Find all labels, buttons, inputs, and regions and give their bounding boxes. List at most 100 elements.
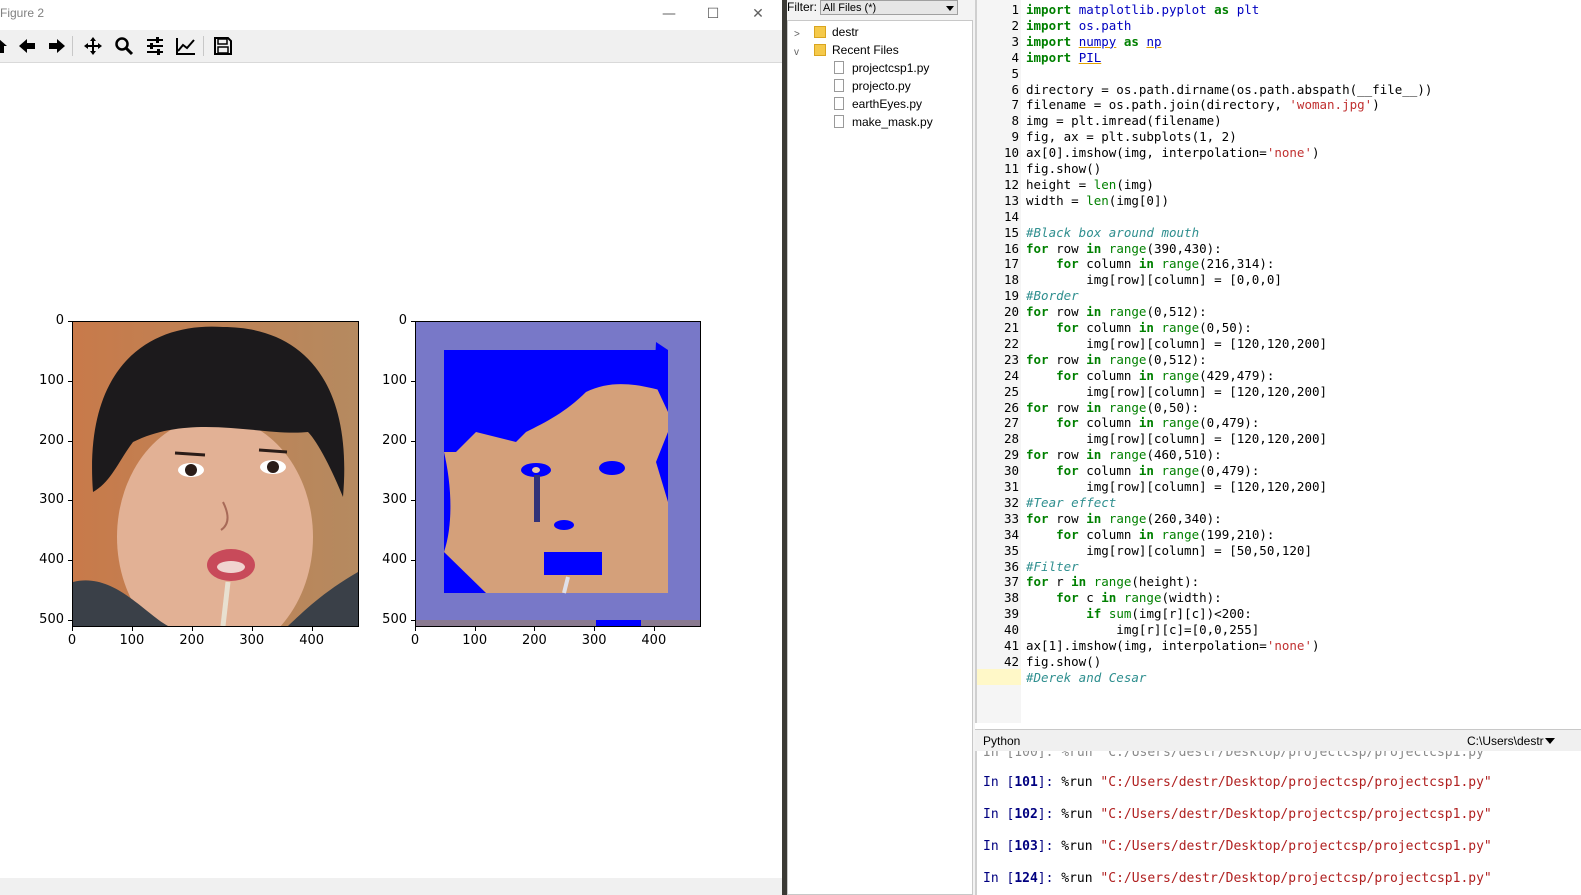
line-number: 29 [1003, 447, 1019, 463]
line-number: 15 [1003, 224, 1019, 240]
figure-canvas[interactable]: 0 100 200 300 400 500 0 100 200 300 400 0 100 200 300 4… [0, 63, 782, 878]
code-editor[interactable]: 1 2 3 4 5 6 7 8 9 10 11 12 13 14 15 16 17 18 19 20 21 22 23 24 2… [975, 0, 1581, 723]
console-header: Python C:\Users\destr [975, 729, 1581, 752]
code-line[interactable]: for column in range(0,479): [1026, 463, 1259, 479]
edit-axes-button[interactable] [173, 34, 199, 58]
code-line[interactable]: for row in range(0,512): [1026, 352, 1207, 368]
code-line[interactable]: #Black box around mouth [1026, 225, 1199, 241]
code-line[interactable]: #Tear effect [1026, 495, 1116, 511]
file-browser: Filter: All Files (*) > destr v Recent F… [787, 0, 975, 895]
code-line[interactable]: for row in range(460,510): [1026, 447, 1222, 463]
chevron-down-icon [946, 6, 954, 11]
maximize-button[interactable]: ☐ [703, 4, 723, 24]
code-line[interactable]: ax[0].imshow(img, interpolation='none') [1026, 145, 1320, 161]
folder-icon [814, 44, 826, 56]
home-button[interactable] [0, 34, 12, 58]
code-line[interactable]: import os.path [1026, 18, 1131, 34]
filter-value: All Files (*) [823, 2, 877, 14]
line-number: 12 [1003, 176, 1019, 192]
x-tick-label: 0 [410, 633, 420, 648]
code-line[interactable]: import PIL [1026, 50, 1101, 66]
y-tick-label: 500 [39, 611, 64, 627]
code-line[interactable]: for column in range(429,479): [1026, 368, 1274, 384]
code-line[interactable]: #Border [1026, 288, 1079, 304]
x-tick-label: 100 [119, 633, 145, 648]
chevron-down-icon[interactable] [1545, 738, 1555, 744]
line-number: 22 [1003, 335, 1019, 351]
code-line[interactable]: img[row][column] = [120,120,200] [1026, 479, 1327, 495]
line-number: 42 [1003, 653, 1019, 669]
line-number: 3 [1011, 33, 1019, 49]
file-tree: > destr v Recent Files projectcsp1.py pr… [787, 20, 973, 895]
console-prompt: In [102]: [983, 807, 1062, 822]
configure-subplots-button[interactable] [142, 34, 168, 58]
code-line[interactable]: import matplotlib.pyplot as plt [1026, 2, 1259, 18]
tree-item-file[interactable]: projectcsp1.py [788, 59, 972, 77]
code-line[interactable]: for c in range(width): [1026, 590, 1222, 606]
code-line[interactable]: for r in range(height): [1026, 574, 1199, 590]
code-line[interactable]: filename = os.path.join(directory, 'woma… [1026, 97, 1380, 113]
file-icon [834, 79, 844, 92]
line-number: 34 [1003, 526, 1019, 542]
code-line[interactable]: directory = os.path.dirname(os.path.absp… [1026, 82, 1432, 98]
code-line[interactable]: img[row][column] = [120,120,200] [1026, 384, 1327, 400]
console-command: %run [1061, 871, 1101, 886]
code-line[interactable]: for column in range(0,50): [1026, 320, 1252, 336]
console-entry: In [103]: %run "C:/Users/destr/Desktop/p… [983, 839, 1492, 855]
code-line[interactable]: width = len(img[0]) [1026, 193, 1169, 209]
code-line[interactable]: for column in range(0,479): [1026, 415, 1259, 431]
code-line[interactable]: img[row][column] = [50,50,120] [1026, 543, 1312, 559]
code-line[interactable]: img[row][column] = [0,0,0] [1026, 272, 1282, 288]
python-console[interactable]: In [100]: %run "C:/Users/destr/Desktop/p… [975, 751, 1581, 895]
y-tick-label: 100 [39, 372, 64, 388]
code-line[interactable]: for row in range(260,340): [1026, 511, 1222, 527]
line-number: 7 [1011, 97, 1019, 113]
line-number: 21 [1003, 320, 1019, 335]
tree-item-file[interactable]: make_mask.py [788, 113, 972, 131]
code-line[interactable]: for row in range(0,50): [1026, 400, 1199, 416]
code-line[interactable]: height = len(img) [1026, 177, 1154, 193]
code-line[interactable]: fig.show() [1026, 654, 1101, 670]
back-button[interactable] [14, 34, 40, 58]
code-line[interactable]: for row in range(0,512): [1026, 304, 1207, 320]
x-tick-label: 100 [462, 633, 488, 648]
code-line[interactable]: #Filter [1026, 559, 1079, 575]
tree-item-recent-files[interactable]: v Recent Files [788, 41, 972, 59]
code-line[interactable]: ax[1].imshow(img, interpolation='none') [1026, 638, 1320, 654]
save-figure-button[interactable] [210, 34, 236, 58]
console-prompt: In [101]: [983, 775, 1062, 790]
tree-item-file[interactable]: projecto.py [788, 77, 972, 95]
filtered-photo [416, 322, 700, 626]
code-line[interactable]: for column in range(216,314): [1026, 256, 1274, 272]
y-tick-mark [68, 560, 72, 562]
figure-statusbar [0, 878, 782, 895]
code-line[interactable]: if sum(img[r][c])<200: [1026, 606, 1252, 622]
code-line[interactable]: img[row][column] = [120,120,200] [1026, 431, 1327, 447]
code-line[interactable]: for column in range(199,210): [1026, 527, 1274, 543]
back-arrow-icon [19, 39, 35, 53]
code-line[interactable]: img[row][column] = [120,120,200] [1026, 336, 1327, 352]
tree-item-destr[interactable]: > destr [788, 23, 972, 41]
y-tick-mark [68, 500, 72, 502]
working-directory[interactable]: C:\Users\destr [1467, 734, 1544, 748]
forward-button[interactable] [44, 34, 70, 58]
pan-icon [84, 37, 102, 55]
tree-item-file[interactable]: earthEyes.py [788, 95, 972, 113]
code-line[interactable]: for row in range(390,430): [1026, 241, 1222, 257]
code-line[interactable]: fig, ax = plt.subplots(1, 2) [1026, 129, 1237, 145]
y-tick-label: 200 [382, 432, 407, 448]
filter-select[interactable]: All Files (*) [820, 0, 958, 15]
line-number: 4 [1011, 49, 1019, 65]
zoom-button[interactable] [111, 34, 137, 58]
close-button[interactable]: ✕ [748, 4, 768, 24]
code-line[interactable]: img = plt.imread(filename) [1026, 113, 1222, 129]
pan-button[interactable] [80, 34, 106, 58]
code-line[interactable]: img[r][c]=[0,0,255] [1026, 622, 1259, 638]
minimize-button[interactable]: — [659, 4, 679, 24]
y-tick-mark [411, 380, 415, 382]
code-line[interactable]: fig.show() [1026, 161, 1101, 177]
code-line[interactable]: import numpy as np [1026, 34, 1162, 50]
console-command: %run [1061, 807, 1101, 822]
code-line[interactable]: #Derek and Cesar [1026, 670, 1146, 686]
console-argument: "C:/Users/destr/Desktop/projectcsp/proje… [1100, 871, 1492, 886]
